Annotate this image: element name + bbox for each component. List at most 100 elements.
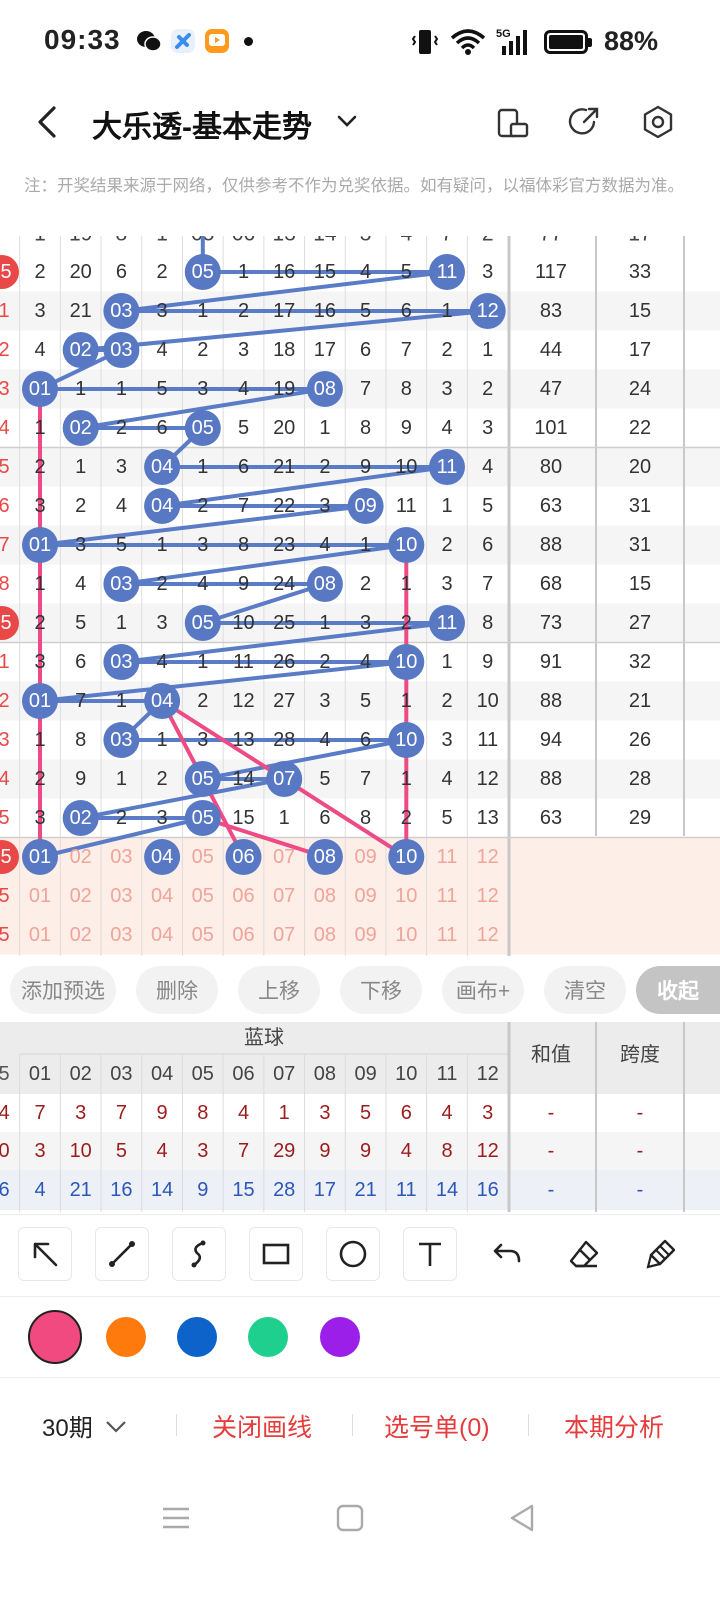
grid-cell: 4 [441, 417, 452, 439]
arrow-tool-icon[interactable] [18, 1227, 72, 1281]
grid-cell: 2 [197, 495, 208, 517]
preselect-cell: 11 [437, 846, 458, 868]
menu-nav-icon[interactable] [160, 1502, 192, 1534]
grid-cell: 22 [273, 495, 295, 517]
clear-button[interactable]: 清空 [544, 966, 626, 1014]
grid-cell: 2 [441, 339, 452, 361]
move-down-button[interactable]: 下移 [340, 966, 422, 1014]
ball-number: 11 [437, 456, 458, 478]
preselect-cell: 12 [477, 885, 499, 907]
share-icon[interactable] [564, 102, 604, 142]
ball-number: 02 [70, 807, 92, 829]
stat-cell: 21 [354, 1179, 376, 1201]
grid-cell: 1 [34, 729, 45, 751]
grid-cell: 4 [319, 729, 330, 751]
ball-number: 09 [354, 495, 376, 517]
grid-cell: 3 [441, 729, 452, 751]
color-swatch-green[interactable] [248, 1317, 288, 1357]
grid-cell: 8 [401, 378, 412, 400]
stat-cell: 6 [401, 1102, 412, 1124]
collapse-button[interactable]: 收起 [636, 966, 720, 1014]
grid-cell: 3 [238, 339, 249, 361]
stat-cell: 3 [75, 1102, 86, 1124]
grid-cell: 20 [273, 417, 295, 439]
grid-cell: 14 [313, 236, 337, 246]
grid-cell: 1 [75, 378, 86, 400]
color-swatch-pink[interactable] [28, 1310, 82, 1364]
move-up-button[interactable]: 上移 [238, 966, 320, 1014]
grid-cell: 4 [157, 651, 168, 673]
text-tool-icon[interactable] [403, 1227, 457, 1281]
chevron-down-icon[interactable] [334, 108, 360, 134]
span-cell: 17 [628, 236, 651, 246]
video-app-icon [205, 29, 229, 53]
sum-cell: - [548, 1179, 555, 1201]
sum-cell: 63 [540, 807, 562, 829]
bottom-action-bar: 30期 关闭画线 选号单(0) 本期分析 [0, 1392, 720, 1456]
stat-cell: 3 [197, 1140, 208, 1162]
eraser-icon[interactable] [557, 1227, 611, 1281]
settings-icon[interactable] [638, 102, 678, 142]
grid-cell: 21 [273, 456, 295, 478]
rect-tool-icon[interactable] [249, 1227, 303, 1281]
stat-cell: 9 [319, 1140, 330, 1162]
span-cell: 21 [629, 690, 651, 712]
grid-cell: 8 [116, 236, 128, 246]
grid-cell: 2 [360, 573, 371, 595]
span-cell: - [637, 1140, 644, 1162]
span-cell: 17 [629, 339, 651, 361]
trend-grid-canvas[interactable]: 1198105061314347277175123456785123455552… [0, 236, 720, 956]
span-cell: 26 [629, 729, 651, 751]
span-header: 跨度 [620, 1043, 660, 1066]
grid-cell: 7 [441, 236, 453, 246]
color-swatch-blue[interactable] [177, 1317, 217, 1357]
grid-cell: 3 [197, 729, 208, 751]
grid-cell: 1 [116, 768, 127, 790]
circle-tool-icon[interactable] [326, 1227, 380, 1281]
close-lines-button[interactable]: 关闭画线 [212, 1408, 312, 1444]
preselect-cell: 03 [110, 924, 132, 946]
trend-chart-grid[interactable]: 1198105061314347277175123456785123455552… [0, 236, 720, 956]
column-header: 07 [273, 1063, 295, 1085]
preselect-cell: 07 [273, 924, 295, 946]
preselect-cell: 08 [314, 924, 336, 946]
back-nav-icon[interactable] [506, 1502, 538, 1534]
selection-list-button[interactable]: 选号单(0) [384, 1408, 490, 1444]
grid-cell: 2 [441, 690, 452, 712]
home-nav-icon[interactable] [334, 1502, 366, 1534]
stat-cell: 3 [319, 1102, 330, 1124]
stat-cell: 8 [441, 1140, 452, 1162]
color-swatch-orange[interactable] [106, 1317, 146, 1357]
grid-cell: 2 [482, 236, 494, 246]
canvas-plus-button[interactable]: 画布+ [442, 966, 524, 1014]
color-swatch-purple[interactable] [320, 1317, 360, 1357]
stat-cell: 16 [110, 1179, 132, 1201]
preselect-cell: 09 [354, 846, 376, 868]
delete-button[interactable]: 删除 [136, 966, 218, 1014]
period-select[interactable]: 30期 [42, 1408, 129, 1443]
column-header: 09 [354, 1063, 376, 1085]
preselect-cell: 10 [395, 924, 417, 946]
ball-number: 02 [70, 417, 92, 439]
grid-cell: 1 [319, 417, 330, 439]
grid-cell: 3 [197, 534, 208, 556]
grid-cell: 9 [482, 651, 493, 673]
period-analysis-button[interactable]: 本期分析 [564, 1408, 664, 1444]
stat-cell: 15 [232, 1179, 254, 1201]
edge-number: 5 [0, 807, 10, 829]
preselect-cell: 07 [273, 885, 295, 907]
add-preselect-button[interactable]: 添加预选 [10, 966, 116, 1014]
ball-number: 03 [110, 300, 132, 322]
curve-tool-icon[interactable] [172, 1227, 226, 1281]
rotate-screen-icon[interactable] [492, 102, 532, 142]
line-tool-icon[interactable] [95, 1227, 149, 1281]
back-arrow-icon[interactable] [28, 102, 68, 142]
undo-icon[interactable] [480, 1227, 534, 1281]
preselect-cell: 05 [192, 924, 214, 946]
more-notifications-icon [244, 36, 253, 46]
grid-cell: 3 [157, 300, 168, 322]
page-title[interactable]: 大乐透-基本走势 [92, 102, 312, 146]
ball-number: 03 [110, 729, 132, 751]
grid-cell: 10 [477, 690, 499, 712]
clear-brush-icon[interactable] [634, 1227, 688, 1281]
